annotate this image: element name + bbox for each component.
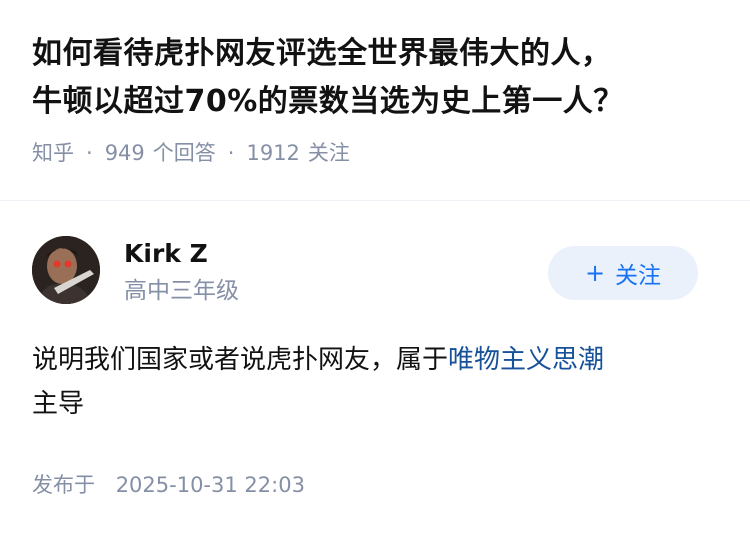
published-label: 发布于 [32,473,95,497]
topic-link[interactable]: 唯物主义思潮 [448,345,604,375]
author-headline: 高中三年级 [124,278,239,304]
question-title-line-1: 如何看待虎扑网友评选全世界最伟大的人， [32,36,612,71]
avatar[interactable] [32,236,100,304]
answers-count: 949 [104,141,145,165]
plus-icon: + [584,259,606,287]
followers-count: 1912 [246,141,300,165]
answer-text: 说明我们国家或者说虎扑网友，属于 [32,345,449,375]
author-card: Kirk Z 高中三年级 + 关注 [32,236,718,308]
answer-content: 说明我们国家或者说虎扑网友，属于唯物主义思潮 主导 [32,338,712,426]
followers-label: 关注 [307,141,350,165]
answers-label: 个回答 [152,141,216,165]
follow-button[interactable]: + 关注 [548,246,698,300]
source-label: 知乎 [32,141,74,165]
answer-text-continued: 主导 [32,389,85,419]
answer-footer: 发布于 2025-10-31 22:03 [32,470,305,500]
section-divider [0,200,750,201]
published-time: 2025-10-31 22:03 [115,473,305,497]
author-name[interactable]: Kirk Z [124,238,208,270]
separator-dot: · [227,141,235,165]
follow-button-label: 关注 [615,263,662,289]
avatar-image [32,236,100,304]
question-meta: 知乎 · 949 个回答 · 1912 关注 [32,138,718,168]
separator-dot: · [86,141,93,165]
question-title-line-2: 牛顿以超过70%的票数当选为史上第一人？ [32,84,624,119]
question-title[interactable]: 如何看待虎扑网友评选全世界最伟大的人， 牛顿以超过70%的票数当选为史上第一人？ [32,30,718,126]
question-header: 如何看待虎扑网友评选全世界最伟大的人， 牛顿以超过70%的票数当选为史上第一人？… [0,0,750,170]
